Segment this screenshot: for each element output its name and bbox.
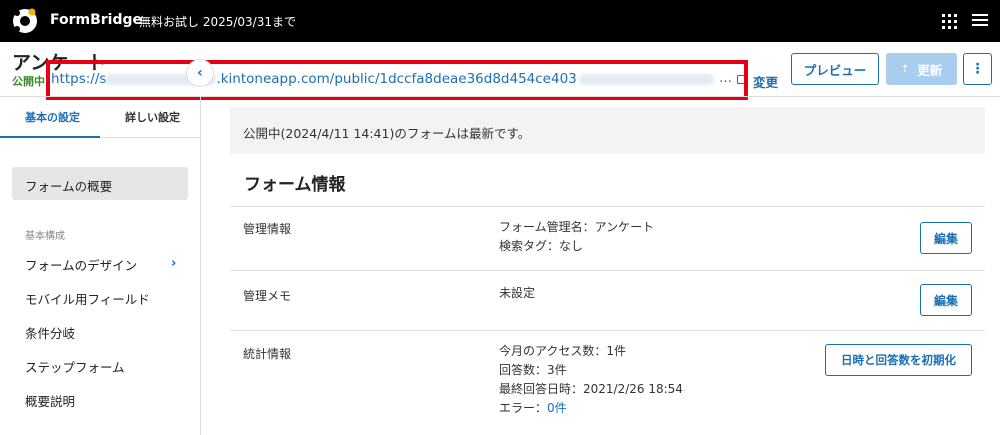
row-value-management-info: フォーム管理名：アンケート 検索タグ：なし bbox=[499, 218, 654, 256]
chevron-right-icon[interactable]: › bbox=[171, 256, 176, 271]
response-count: 回答数：3件 bbox=[499, 363, 567, 377]
search-tags: 検索タグ：なし bbox=[499, 239, 584, 253]
error-count: エラー：0件 bbox=[499, 399, 683, 418]
change-url-link[interactable]: 変更 bbox=[753, 72, 778, 91]
tab-basic-settings[interactable]: 基本の設定 bbox=[25, 109, 80, 125]
row-value-management-memo: 未設定 bbox=[499, 284, 535, 303]
row-label-management-info: 管理情報 bbox=[243, 222, 292, 236]
row-label-management-memo: 管理メモ bbox=[243, 289, 292, 303]
memo-value: 未設定 bbox=[499, 286, 536, 300]
section-title: フォーム情報 bbox=[244, 175, 346, 195]
collapse-sidebar-button[interactable]: ‹ bbox=[186, 59, 214, 87]
reset-stats-button[interactable]: 日時と回答数を初期化 bbox=[825, 344, 972, 376]
sidebar-item-mobile-fields[interactable]: モバイル用フィールド bbox=[25, 289, 150, 308]
error-label: エラー： bbox=[499, 401, 548, 415]
edit-management-info-button[interactable]: 編集 bbox=[920, 222, 972, 254]
top-bar: FormBridge 無料お試し 2025/03/31まで bbox=[0, 0, 1000, 42]
section-label-basic-structure: 基本構成 bbox=[25, 231, 65, 242]
chevron-left-icon: ‹ bbox=[197, 65, 203, 81]
row-divider bbox=[230, 330, 985, 331]
sidebar-item-overview-description[interactable]: 概要説明 bbox=[25, 391, 75, 410]
update-button[interactable]: ⇡ 更新 bbox=[886, 53, 957, 85]
status-badge: 公開中 bbox=[12, 75, 45, 88]
last-response-time: 最終回答日時：2021/2/26 18:54 bbox=[499, 382, 683, 396]
url-highlight-box bbox=[46, 60, 748, 100]
sidebar-item-step-form[interactable]: ステップフォーム bbox=[25, 357, 125, 376]
brand-name[interactable]: FormBridge bbox=[50, 12, 142, 28]
publish-status-notice: 公開中(2024/4/11 14:41)のフォームは最新です。 bbox=[230, 107, 985, 154]
upload-icon: ⇡ bbox=[900, 63, 910, 75]
row-divider bbox=[230, 206, 985, 207]
preview-button[interactable]: プレビュー bbox=[791, 53, 879, 85]
formbridge-logo-icon[interactable] bbox=[12, 8, 38, 34]
more-options-button[interactable]: ⋮ bbox=[963, 53, 992, 85]
error-count-link[interactable]: 0件 bbox=[547, 401, 567, 415]
sidebar-item-form-overview[interactable]: フォームの概要 bbox=[12, 167, 188, 200]
sidebar-item-form-design[interactable]: フォームのデザイン bbox=[25, 255, 137, 274]
tab-detailed-settings[interactable]: 詳しい設定 bbox=[125, 109, 180, 125]
active-tab-indicator bbox=[0, 136, 100, 138]
trial-text: 無料お試し 2025/03/31まで bbox=[139, 15, 296, 29]
row-divider bbox=[230, 270, 985, 271]
row-label-statistics: 統計情報 bbox=[243, 347, 292, 361]
form-management-name: フォーム管理名：アンケート bbox=[499, 220, 655, 234]
monthly-access-count: 今月のアクセス数：1件 bbox=[499, 344, 627, 358]
hamburger-menu-icon[interactable] bbox=[972, 14, 988, 27]
sidebar: 基本の設定 詳しい設定 フォームの概要 基本構成 フォームのデザイン › モバイ… bbox=[0, 97, 201, 435]
sidebar-item-conditional-branch[interactable]: 条件分岐 bbox=[25, 323, 75, 342]
edit-management-memo-button[interactable]: 編集 bbox=[920, 284, 972, 316]
row-value-statistics: 今月のアクセス数：1件 回答数：3件 最終回答日時：2021/2/26 18:5… bbox=[499, 342, 683, 418]
app-grid-icon[interactable] bbox=[942, 14, 957, 29]
update-button-label: 更新 bbox=[917, 62, 943, 78]
